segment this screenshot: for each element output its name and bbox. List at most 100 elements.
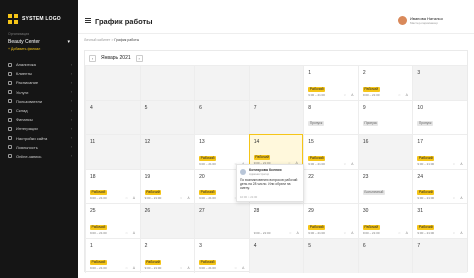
person-icon[interactable]: ♙ bbox=[187, 266, 190, 270]
calendar-day[interactable]: 12 bbox=[139, 134, 195, 169]
calendar-day[interactable]: 11 bbox=[85, 134, 140, 169]
add-branch-link[interactable]: + Добавить филиал bbox=[8, 47, 40, 51]
calendar-day[interactable]: 5 bbox=[139, 99, 195, 135]
comment-icon[interactable]: ◌ bbox=[398, 231, 400, 235]
calendar-day[interactable]: 26 bbox=[139, 203, 195, 238]
calendar-day[interactable]: 2 Рабочий 9:00 – 21:00 ◌ ♙ bbox=[357, 65, 413, 100]
comment-icon[interactable]: ◌ bbox=[289, 231, 291, 235]
calendar-day[interactable]: 1 Рабочий 9:00 – 21:00 ◌ ♙ bbox=[85, 237, 140, 273]
calendar-day[interactable]: 4 bbox=[248, 237, 304, 273]
calendar-day[interactable]: 4 bbox=[85, 99, 140, 135]
comment-icon[interactable]: ◌ bbox=[344, 162, 346, 166]
comment-icon[interactable]: ◌ bbox=[453, 162, 455, 166]
calendar-day[interactable]: 28 9:00 – 21:00 ◌ ♙ bbox=[248, 203, 304, 238]
popup-text: По возникновению вопросов рабочий день н… bbox=[240, 178, 298, 190]
person-icon[interactable]: ♙ bbox=[187, 196, 190, 200]
day-number: 11 bbox=[90, 139, 96, 146]
calendar-day[interactable] bbox=[85, 65, 140, 100]
comment-icon[interactable]: ◌ bbox=[180, 196, 182, 200]
day-number: 24 bbox=[417, 173, 423, 180]
calendar-day[interactable]: 24 Рабочий 9:00 – 21:00 ◌ ♙ bbox=[412, 168, 467, 204]
calendar-day[interactable]: 8 Пропуск bbox=[303, 99, 358, 135]
calendar-day[interactable]: 3 Рабочий 9:00 – 21:00 ◌ ♙ bbox=[194, 237, 249, 273]
calendar-day[interactable]: 9 Пропуск bbox=[357, 99, 413, 135]
sidebar-item[interactable]: Расписание › bbox=[8, 78, 72, 87]
person-icon[interactable]: ♙ bbox=[132, 231, 135, 235]
calendar-day[interactable]: 6 bbox=[357, 237, 413, 273]
calendar-day[interactable] bbox=[139, 65, 195, 100]
calendar-day[interactable]: 25 Рабочий 9:00 – 21:00 ◌ ♙ bbox=[85, 203, 140, 238]
prev-month-button[interactable]: ‹ bbox=[89, 54, 96, 62]
person-icon[interactable]: ♙ bbox=[351, 93, 354, 97]
comment-icon[interactable]: ◌ bbox=[235, 266, 237, 270]
work-hours: 9:00 – 21:00 bbox=[199, 196, 216, 201]
chart-icon bbox=[8, 62, 12, 67]
comment-icon[interactable]: ◌ bbox=[344, 93, 346, 97]
calendar-day[interactable]: 30 Рабочий 9:00 – 21:00 ◌ ♙ bbox=[357, 203, 413, 238]
calendar-day[interactable]: 1 Рабочий 9:00 – 21:00 ◌ ♙ bbox=[303, 65, 358, 100]
menu-icon[interactable] bbox=[85, 18, 91, 23]
calendar-day[interactable]: 5 bbox=[303, 237, 358, 273]
comment-icon[interactable]: ◌ bbox=[398, 93, 400, 97]
comment-icon[interactable]: ◌ bbox=[125, 231, 127, 235]
person-icon[interactable]: ♙ bbox=[460, 231, 463, 235]
status-badge: Рабочий bbox=[253, 154, 271, 160]
comment-icon[interactable]: ◌ bbox=[453, 231, 455, 235]
comment-icon[interactable]: ◌ bbox=[180, 266, 182, 270]
sidebar-item[interactable]: Аналитика › bbox=[8, 60, 72, 69]
person-icon[interactable]: ♙ bbox=[405, 93, 408, 97]
calendar-day[interactable]: 31 Рабочий 9:00 – 21:00 ◌ ♙ bbox=[412, 203, 467, 238]
sidebar-item[interactable]: Услуги › bbox=[8, 88, 72, 97]
calendar-day[interactable] bbox=[194, 65, 249, 100]
day-number: 25 bbox=[90, 208, 96, 215]
comment-icon[interactable]: ◌ bbox=[125, 196, 127, 200]
sidebar-item[interactable]: Настройки сайта › bbox=[8, 134, 72, 143]
calendar-day[interactable]: 19 Рабочий 9:00 – 21:00 ◌ ♙ bbox=[139, 168, 195, 204]
calendar-day[interactable]: 6 bbox=[194, 99, 249, 135]
calendar-day[interactable]: 10 Пропуск bbox=[412, 99, 467, 135]
absence-tag: Больничный bbox=[362, 190, 385, 196]
person-icon[interactable]: ♙ bbox=[132, 266, 135, 270]
next-month-button[interactable]: › bbox=[135, 54, 143, 62]
logo[interactable]: SYSTEM LOGO bbox=[8, 14, 61, 24]
person-icon[interactable]: ♙ bbox=[460, 162, 463, 166]
sidebar-item[interactable]: Лояльность › bbox=[8, 143, 72, 152]
calendar-day[interactable]: 7 bbox=[248, 99, 304, 135]
person-icon[interactable]: ♙ bbox=[460, 196, 463, 200]
chevron-right-icon: › bbox=[70, 154, 72, 159]
sidebar-item[interactable]: Склад › bbox=[8, 106, 72, 115]
user-menu[interactable]: Иванова Наталья Мастер-парикмахер bbox=[398, 16, 443, 25]
calendar-day[interactable]: 29 Рабочий 9:00 – 21:00 ◌ ♙ bbox=[303, 203, 358, 238]
comment-icon[interactable]: ◌ bbox=[453, 196, 455, 200]
person-icon[interactable]: ♙ bbox=[351, 231, 354, 235]
calendar-day[interactable]: 22 bbox=[303, 168, 358, 204]
day-number: 3 bbox=[417, 70, 421, 76]
person-icon[interactable]: ♙ bbox=[132, 196, 135, 200]
sidebar-item[interactable]: Финансы › bbox=[8, 115, 72, 124]
calendar-day[interactable]: 15 Рабочий 9:00 – 21:00 ◌ ♙ bbox=[303, 134, 358, 169]
calendar-day[interactable] bbox=[248, 65, 304, 100]
calendar-day[interactable]: 16 bbox=[357, 134, 413, 169]
breadcrumb-parent[interactable]: Личный кабинет bbox=[84, 38, 110, 42]
sidebar-item[interactable]: Интеграции › bbox=[8, 124, 72, 133]
day-number: 6 bbox=[199, 104, 202, 111]
calendar-day[interactable]: 7 bbox=[412, 237, 467, 273]
org-select[interactable]: Beauty Center ▾ bbox=[8, 38, 70, 46]
person-icon[interactable]: ♙ bbox=[351, 162, 354, 166]
calendar-day[interactable]: 17 Рабочий 9:00 – 21:00 ◌ ♙ bbox=[412, 134, 467, 169]
comment-icon[interactable]: ◌ bbox=[344, 231, 346, 235]
calendar-day[interactable]: 27 bbox=[194, 203, 249, 238]
person-icon[interactable]: ♙ bbox=[296, 231, 299, 235]
person-icon[interactable]: ♙ bbox=[405, 231, 408, 235]
calendar-day[interactable]: 3 bbox=[412, 65, 467, 100]
comment-popup: Котлярова Ксения Администратор По возник… bbox=[236, 164, 304, 202]
person-icon[interactable]: ♙ bbox=[242, 266, 245, 270]
comment-icon[interactable]: ◌ bbox=[125, 266, 127, 270]
calendar-day[interactable]: 18 Рабочий 9:00 – 21:00 ◌ ♙ bbox=[85, 168, 140, 204]
sidebar-item[interactable]: Клиенты › bbox=[8, 69, 72, 78]
absence-tag: Пропуск bbox=[417, 121, 433, 127]
sidebar-item[interactable]: Пользователи › bbox=[8, 97, 72, 106]
calendar-day[interactable]: 2 Рабочий 9:00 – 21:00 ◌ ♙ bbox=[139, 237, 195, 273]
calendar-day[interactable]: 23 Больничный bbox=[357, 168, 413, 204]
sidebar-item[interactable]: Online-запись › bbox=[8, 152, 72, 161]
